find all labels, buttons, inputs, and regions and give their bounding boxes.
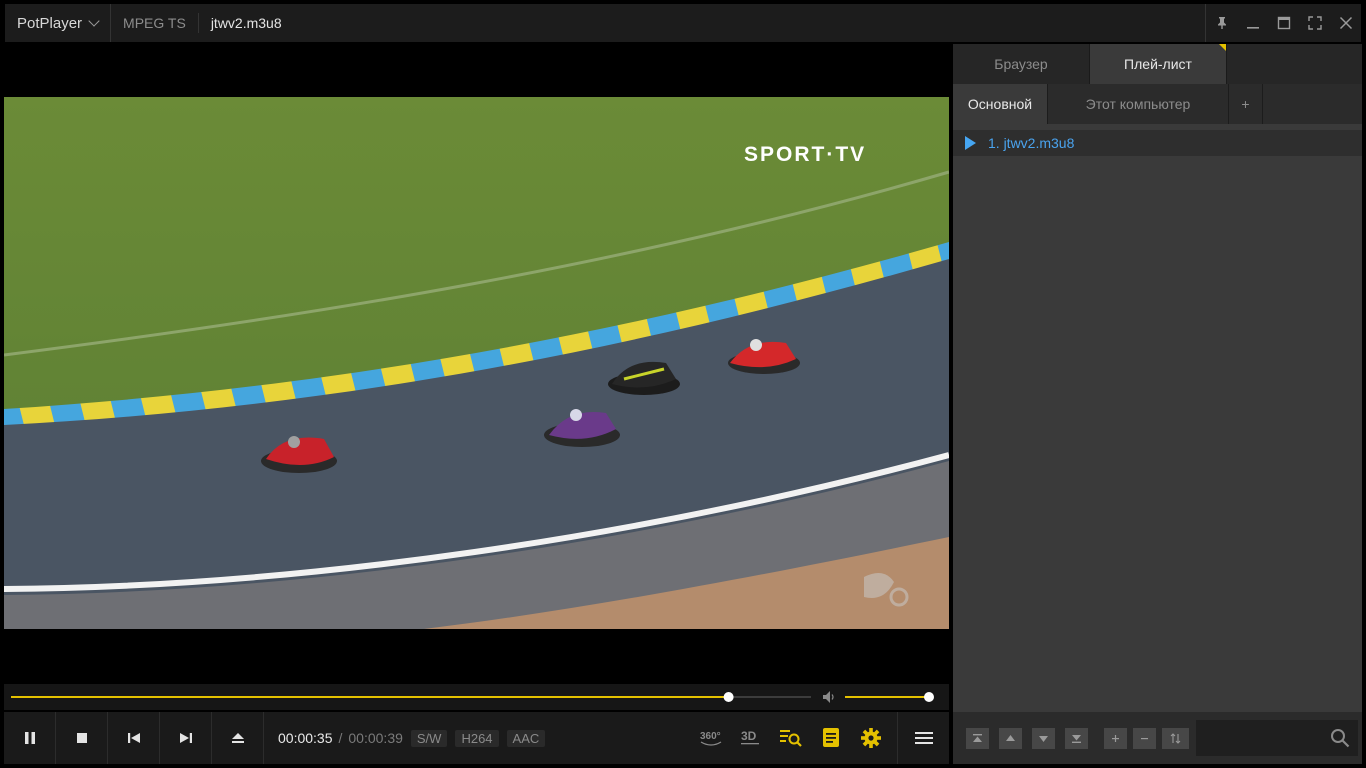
volume-icon[interactable] xyxy=(823,691,834,703)
hamburger-menu-icon xyxy=(914,732,933,744)
pause-button[interactable] xyxy=(4,712,56,764)
vr360-icon: 360° xyxy=(700,731,722,746)
channel-logo: SPORT·TV xyxy=(744,143,866,166)
arrow-down-icon xyxy=(1039,735,1048,742)
minimize-icon xyxy=(1246,27,1259,29)
minimize-button[interactable] xyxy=(1237,4,1268,42)
stop-icon xyxy=(76,733,87,743)
tab-browser[interactable]: Браузер xyxy=(953,44,1090,84)
app-menu-button[interactable]: PotPlayer xyxy=(5,4,112,42)
title-bar: PotPlayer MPEG TS jtwv2.m3u8 xyxy=(0,0,1366,44)
subtab-main[interactable]: Основной xyxy=(953,84,1048,124)
subtab-this-computer[interactable]: Этот компьютер xyxy=(1048,84,1229,124)
close-button[interactable] xyxy=(1330,4,1361,42)
volume-level xyxy=(845,696,929,698)
time-separator: / xyxy=(338,730,343,746)
video-frame[interactable]: SPORT·TV xyxy=(4,97,949,629)
document-icon xyxy=(823,728,839,747)
svg-text:3D: 3D xyxy=(741,729,757,743)
pin-button[interactable] xyxy=(1206,4,1237,42)
current-time: 00:00:35 xyxy=(278,730,333,746)
seek-progress xyxy=(11,696,729,698)
playlist-item-label: 1. jtwv2.m3u8 xyxy=(988,135,1075,151)
right-controls: 360° 3D xyxy=(691,712,949,764)
move-down-button[interactable] xyxy=(1032,727,1055,749)
stop-button[interactable] xyxy=(56,712,108,764)
seek-handle[interactable] xyxy=(723,692,734,702)
playlist-toolbar xyxy=(953,712,1362,764)
panel-tabs: Браузер Плей-лист xyxy=(953,44,1362,84)
tab-playlist[interactable]: Плей-лист xyxy=(1090,44,1227,84)
format-label: MPEG TS xyxy=(111,13,199,33)
playlist-search-button[interactable] xyxy=(771,712,811,764)
time-display: 00:00:35 / 00:00:39 xyxy=(278,730,403,746)
move-top-button[interactable] xyxy=(966,727,989,749)
control-bar: 00:00:35 / 00:00:39 S/W H264 AAC 360° 3D xyxy=(4,712,949,764)
fullscreen-button[interactable] xyxy=(1299,4,1330,42)
pin-icon xyxy=(1217,17,1226,29)
maximize-button[interactable] xyxy=(1268,4,1299,42)
plus-icon xyxy=(1112,734,1119,742)
seek-bar-area xyxy=(4,684,949,710)
video-picture: SPORT·TV xyxy=(4,97,949,629)
title-bar-inner: PotPlayer MPEG TS jtwv2.m3u8 xyxy=(5,4,1361,42)
total-time: 00:00:39 xyxy=(348,730,403,746)
move-top-icon xyxy=(973,733,982,742)
subtitle-button[interactable] xyxy=(811,712,851,764)
list-search-icon xyxy=(780,730,802,747)
add-tab-button[interactable]: + xyxy=(1229,84,1263,124)
chevron-down-icon xyxy=(88,15,100,27)
video-codec-badge[interactable]: H264 xyxy=(455,729,499,747)
arrow-up-icon xyxy=(1006,734,1015,741)
3d-icon: 3D xyxy=(741,729,759,745)
move-up-button[interactable] xyxy=(999,727,1022,749)
now-playing-icon xyxy=(965,136,976,150)
decoder-badge[interactable]: S/W xyxy=(410,729,448,747)
app-name: PotPlayer xyxy=(17,14,83,32)
settings-button[interactable] xyxy=(851,712,891,764)
sort-icon xyxy=(1170,732,1181,744)
move-bottom-button[interactable] xyxy=(1065,727,1088,749)
audio-codec-badge[interactable]: AAC xyxy=(506,729,546,747)
eject-icon xyxy=(231,733,244,743)
playlist-item[interactable]: 1. jtwv2.m3u8 xyxy=(953,130,1362,156)
skip-previous-icon xyxy=(127,733,140,743)
vr360-button[interactable]: 360° xyxy=(691,712,731,764)
maximize-icon xyxy=(1277,16,1290,30)
add-item-button[interactable] xyxy=(1104,727,1127,749)
playlist-panel: Браузер Плей-лист Основной Этот компьюте… xyxy=(953,44,1362,764)
close-icon xyxy=(1339,16,1352,30)
search-icon xyxy=(1331,729,1350,748)
window-controls xyxy=(1205,4,1361,42)
open-file-button[interactable] xyxy=(212,712,264,764)
playlist: 1. jtwv2.m3u8 xyxy=(953,130,1362,156)
main-menu-button[interactable] xyxy=(897,712,949,764)
previous-button[interactable] xyxy=(108,712,160,764)
move-bottom-icon xyxy=(1072,734,1081,743)
playlist-search-input[interactable] xyxy=(1196,720,1358,756)
volume-handle[interactable] xyxy=(924,692,934,702)
skip-next-icon xyxy=(179,733,192,743)
minus-icon xyxy=(1141,737,1148,739)
3d-button[interactable]: 3D xyxy=(731,712,771,764)
gear-icon xyxy=(861,728,881,748)
next-button[interactable] xyxy=(160,712,212,764)
svg-text:360°: 360° xyxy=(700,731,721,742)
playlist-subtabs: Основной Этот компьютер + xyxy=(953,84,1362,124)
file-title: jtwv2.m3u8 xyxy=(210,15,282,31)
pause-icon xyxy=(24,732,35,744)
video-area[interactable]: SPORT·TV xyxy=(0,44,950,684)
fullscreen-icon xyxy=(1307,16,1322,30)
remove-item-button[interactable] xyxy=(1133,727,1156,749)
sort-button[interactable] xyxy=(1162,727,1189,749)
